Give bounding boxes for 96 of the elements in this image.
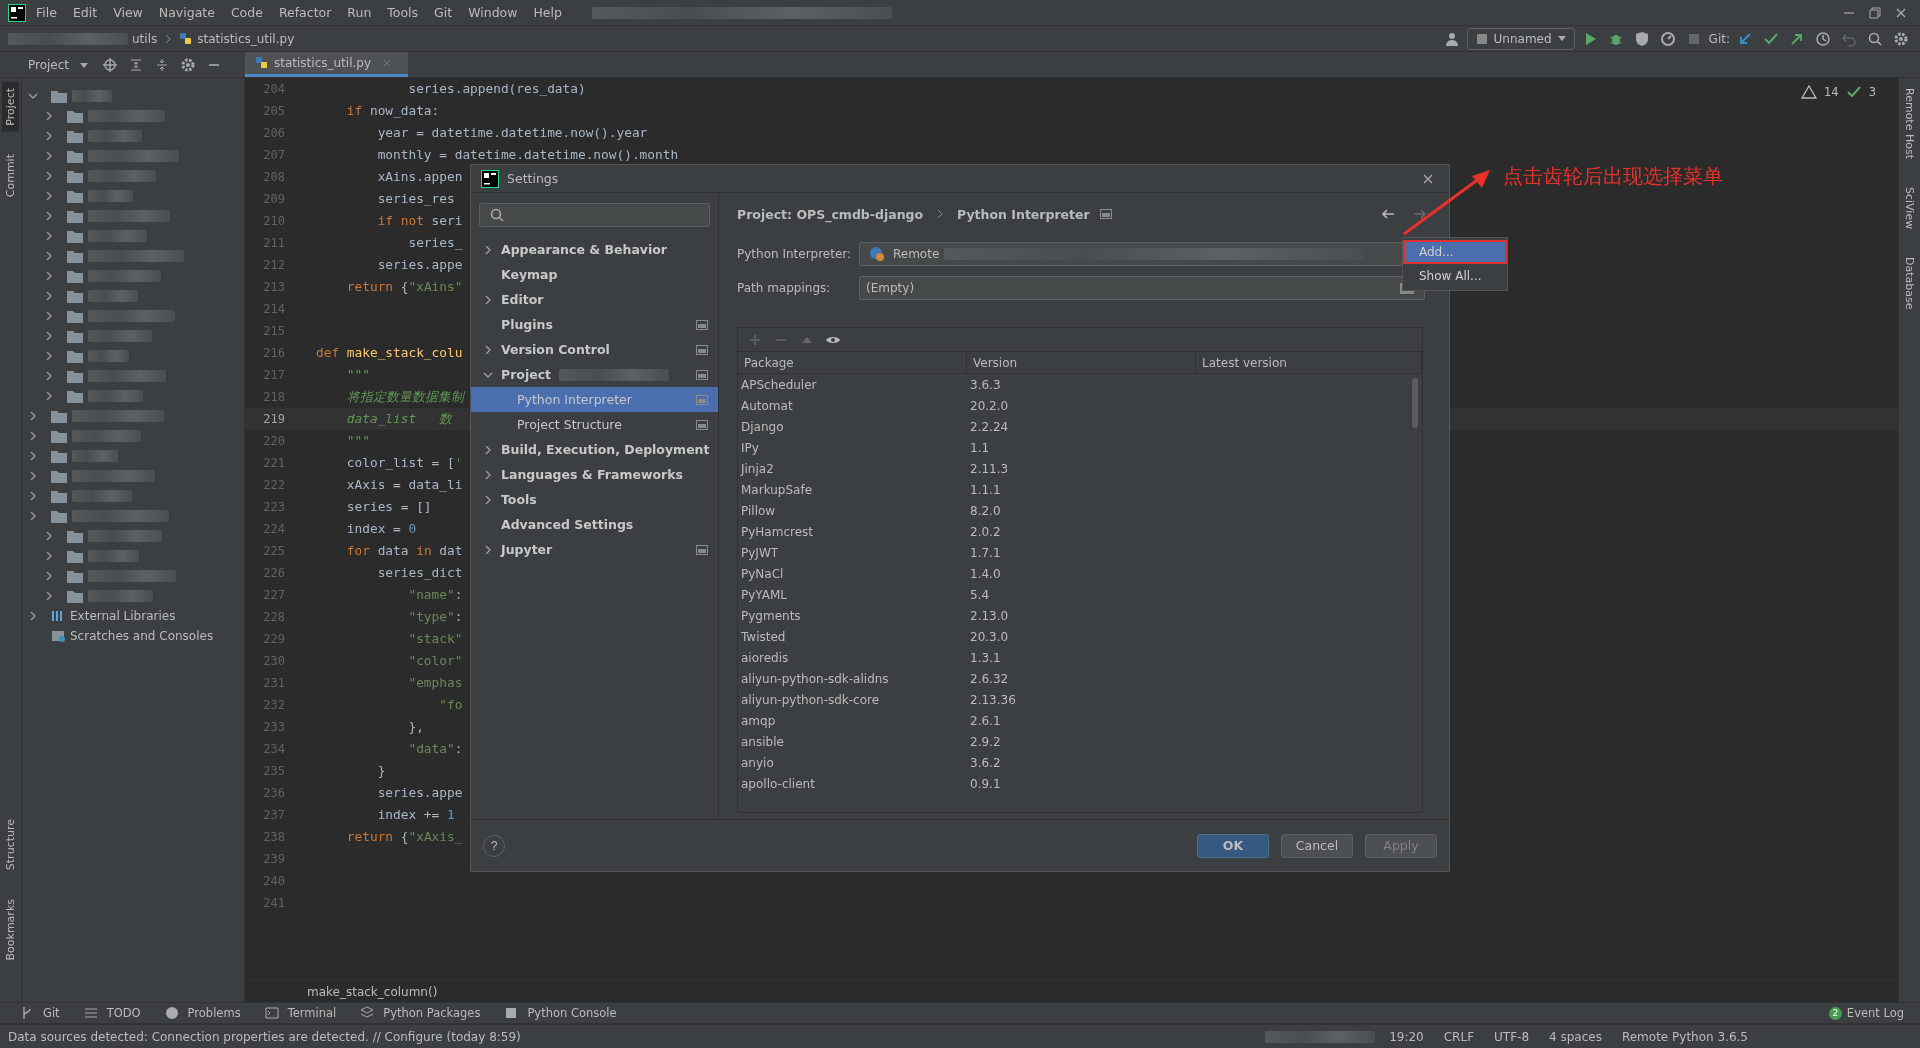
line-number: 210 xyxy=(262,214,285,228)
line-number: 226 xyxy=(262,566,285,580)
code-line: index = 0 xyxy=(345,522,417,536)
code-line: monthly = datetime.datetime.now().month xyxy=(376,148,679,162)
field-label: Path mappings: xyxy=(737,281,832,295)
code-line: series_res xyxy=(376,192,455,206)
code-line: "fo xyxy=(438,698,463,712)
line-number: 207 xyxy=(262,148,285,162)
line-number: 214 xyxy=(262,302,285,316)
code-line: series.appe xyxy=(376,258,463,272)
code-line: series_dict xyxy=(376,566,463,580)
line-number: 212 xyxy=(262,258,285,272)
code-line: """ xyxy=(345,368,370,382)
annotation-text: 点击齿轮后出现选择菜单 xyxy=(1503,163,1723,190)
package-version: 20.2.0 xyxy=(969,398,1010,413)
line-number: 222 xyxy=(262,478,285,492)
package-version: 1.7.1 xyxy=(969,545,1002,560)
code-line: year = datetime.datetime.now().year xyxy=(376,126,648,140)
code-line: "name": xyxy=(407,588,463,602)
line-number: 238 xyxy=(262,830,285,844)
package-version: 1.4.0 xyxy=(969,566,1002,581)
code-line: "data": xyxy=(407,742,463,756)
code-line: series = [] xyxy=(345,500,432,514)
git-label: Git: xyxy=(1708,31,1730,46)
code-line: } xyxy=(376,764,386,778)
code-line: """ xyxy=(345,434,370,448)
code-line: xAins.appen xyxy=(376,170,463,184)
line-number: 232 xyxy=(262,698,285,712)
package-version: 2.11.3 xyxy=(969,461,1010,476)
package-version: 2.6.1 xyxy=(969,713,1002,728)
line-number: 234 xyxy=(262,742,285,756)
line-number: 228 xyxy=(262,610,285,624)
line-number: 209 xyxy=(262,192,285,206)
line-number: 224 xyxy=(262,522,285,536)
line-number: 216 xyxy=(262,346,285,360)
package-version: 5.4 xyxy=(969,587,991,602)
line-number: 208 xyxy=(262,170,285,184)
line-number: 237 xyxy=(262,808,285,822)
line-number: 218 xyxy=(262,390,285,404)
code-line: def make_stack_colu xyxy=(316,346,463,360)
package-version: 2.13.0 xyxy=(969,608,1010,623)
line-number: 225 xyxy=(262,544,285,558)
line-number: 239 xyxy=(262,852,285,866)
code-line: series_ xyxy=(407,236,463,250)
code-line: data_list 数 xyxy=(345,412,453,426)
line-number: 223 xyxy=(262,500,285,514)
code-line: "color" xyxy=(407,654,463,668)
package-version: 1.1.1 xyxy=(969,482,1002,497)
line-number: 204 xyxy=(262,82,285,96)
line-number: 213 xyxy=(262,280,285,294)
code-line: return {"xAins" xyxy=(345,280,463,294)
package-version: 1.3.1 xyxy=(969,650,1002,665)
line-number: 219 xyxy=(262,412,285,426)
line-number: 220 xyxy=(262,434,285,448)
code-line: "stack" xyxy=(407,632,463,646)
line-number: 229 xyxy=(262,632,285,646)
line-number: 230 xyxy=(262,654,285,668)
code-line: index += 1 xyxy=(376,808,455,822)
code-line: }, xyxy=(407,720,424,734)
package-version: 2.2.24 xyxy=(969,419,1010,434)
package-version: 20.3.0 xyxy=(969,629,1010,644)
line-number: 205 xyxy=(262,104,285,118)
line-number: 206 xyxy=(262,126,285,140)
package-version: 8.2.0 xyxy=(969,503,1002,518)
code-line: color_list = [' xyxy=(345,456,463,470)
package-version: 0.9.1 xyxy=(969,776,1002,791)
package-version: 2.13.36 xyxy=(969,692,1017,707)
code-line: "type": xyxy=(407,610,463,624)
line-number: 215 xyxy=(262,324,285,338)
code-line: series.append(res_data) xyxy=(407,82,586,96)
field-label: Python Interpreter: xyxy=(737,247,853,261)
code-line: return {"xAxis_ xyxy=(345,830,463,844)
line-number: 211 xyxy=(262,236,285,250)
line-number: 221 xyxy=(262,456,285,470)
line-number: 227 xyxy=(262,588,285,602)
package-version: 2.9.2 xyxy=(969,734,1002,749)
line-number: 231 xyxy=(262,676,285,690)
code-line: for data in dat xyxy=(345,544,463,558)
line-number: 241 xyxy=(262,896,285,910)
code-line: if now_data: xyxy=(345,104,440,118)
line-number: 235 xyxy=(262,764,285,778)
code-line: xAxis = data_li xyxy=(345,478,463,492)
package-version: 2.0.2 xyxy=(969,524,1002,539)
code-line: 将指定数量数据集制 xyxy=(345,390,464,404)
code-line: series.appe xyxy=(376,786,463,800)
dialog-title: Settings xyxy=(507,171,559,186)
line-number: 240 xyxy=(262,874,285,888)
package-version: 1.1 xyxy=(969,440,991,455)
line-number: 233 xyxy=(262,720,285,734)
package-version: 3.6.3 xyxy=(969,377,1002,392)
package-version: 3.6.2 xyxy=(969,755,1002,770)
code-line: "emphas xyxy=(407,676,463,690)
code-line: if not seri xyxy=(376,214,463,228)
line-number: 217 xyxy=(262,368,285,382)
package-version: 2.6.32 xyxy=(969,671,1010,686)
line-number: 236 xyxy=(262,786,285,800)
